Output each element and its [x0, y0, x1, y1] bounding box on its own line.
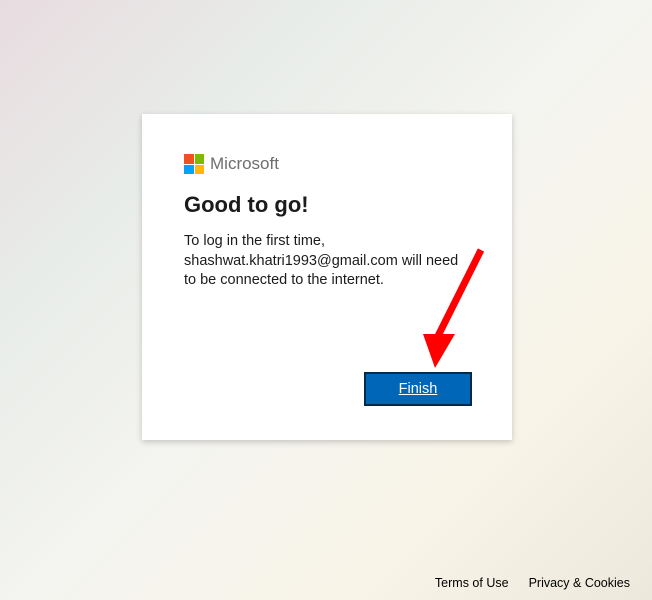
brand-row: Microsoft [184, 154, 470, 174]
privacy-cookies-link[interactable]: Privacy & Cookies [529, 576, 630, 590]
microsoft-logo-icon [184, 154, 204, 174]
terms-of-use-link[interactable]: Terms of Use [435, 576, 509, 590]
footer-links: Terms of Use Privacy & Cookies [435, 576, 630, 590]
brand-name: Microsoft [210, 154, 279, 174]
dialog-body-text: To log in the first time, shashwat.khatr… [184, 232, 470, 291]
dialog-heading: Good to go! [184, 192, 470, 218]
finish-button[interactable]: Finish [364, 372, 472, 406]
dialog-card: Microsoft Good to go! To log in the firs… [142, 114, 512, 440]
